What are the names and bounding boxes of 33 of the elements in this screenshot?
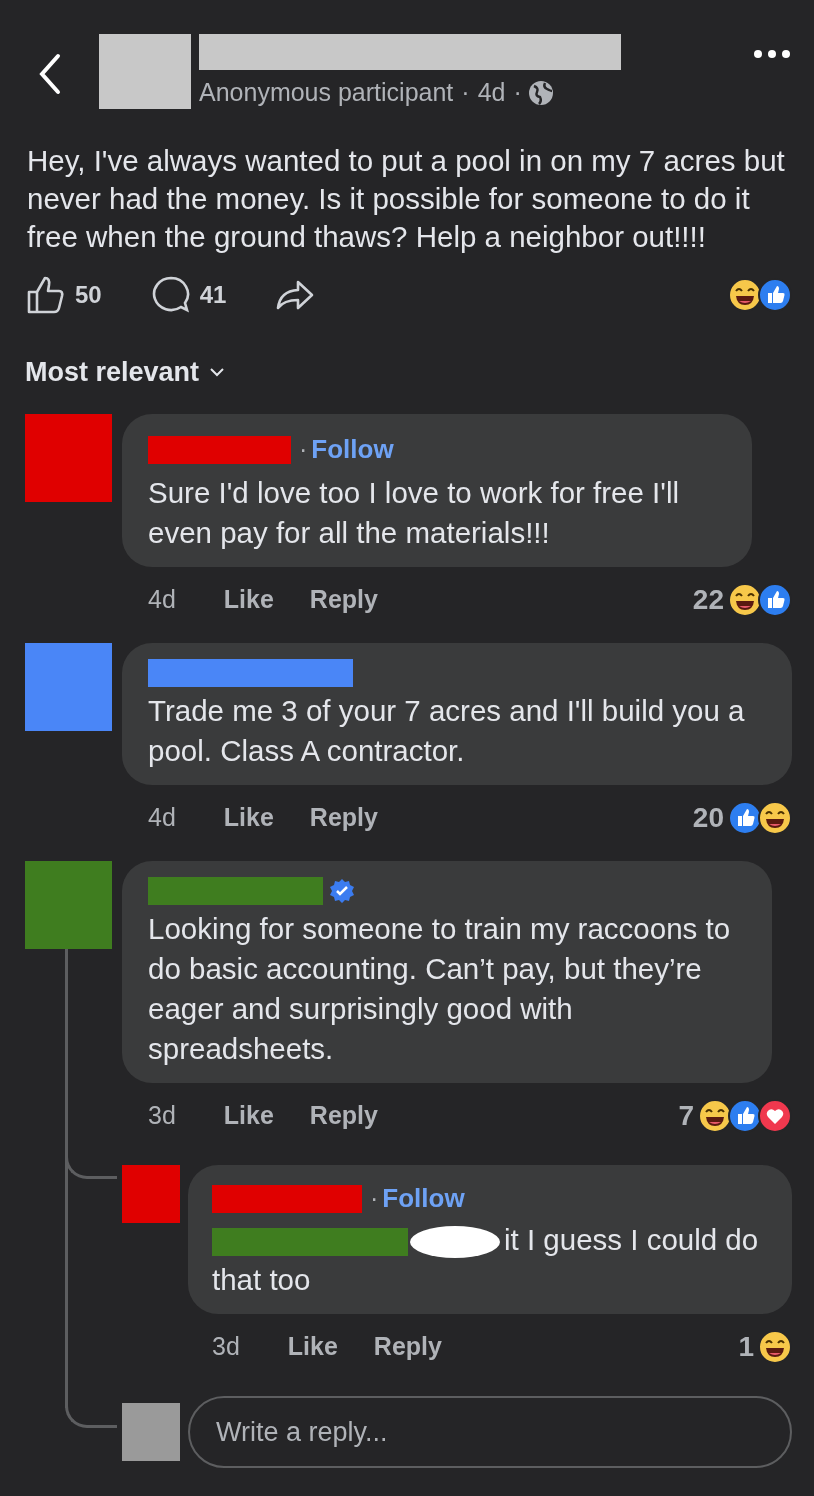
comment-time: 4d (148, 802, 176, 834)
separator-dot: · (513, 77, 522, 108)
comment-text: Looking for someone to train my raccoons to do basic accounting. Can’t pay, but they’re eager and surprisingly good with spreadsheets. (148, 911, 732, 1067)
follow-link[interactable]: Follow (311, 430, 394, 469)
post-text: Hey, I've always wanted to put a pool in on my 7 acres but never had the money. Is it possible for someone to do it free when the ground thaws? Help a neighbor out!!!! (27, 142, 786, 255)
reaction-count: 1 (738, 1330, 754, 1364)
reply-link[interactable]: Reply (309, 581, 378, 619)
reaction-count: 7 (678, 1099, 694, 1133)
comment-time: 3d (212, 1331, 240, 1363)
follow-link[interactable]: Follow (382, 1179, 465, 1218)
like-link[interactable]: Like (223, 1097, 274, 1135)
reply-link[interactable]: Reply (373, 1328, 442, 1366)
comment-button[interactable]: 41 (149, 273, 227, 316)
comment-text: Trade me 3 of your 7 acres and I'll build you a pool. Class A contractor. (148, 693, 746, 769)
reaction-count: 20 (692, 801, 724, 835)
author-label: Anonymous participant (199, 77, 454, 108)
reply-link[interactable]: Reply (309, 1097, 378, 1135)
comment-time: 3d (148, 1100, 176, 1132)
like-link[interactable]: Like (223, 799, 274, 837)
comment-text: Sure I'd love too I love to work for free I'll even pay for all the materials!!! (148, 475, 681, 551)
separator-dot: · (370, 1182, 379, 1214)
like-link[interactable]: Like (223, 581, 274, 619)
reaction-count: 22 (692, 583, 724, 617)
like-link[interactable]: Like (287, 1328, 338, 1366)
reply-field[interactable]: Write a reply... (188, 1396, 792, 1468)
comment-time: 4d (148, 584, 176, 616)
like-button[interactable]: 50 (25, 273, 102, 316)
separator-dot: · (299, 433, 308, 465)
sort-dropdown[interactable]: Most relevant (25, 351, 228, 392)
post-time: 4d (477, 77, 506, 108)
comment-text: it I guess I could do that too (212, 1223, 759, 1296)
separator-dot: · (461, 77, 470, 108)
reply-link[interactable]: Reply (309, 799, 378, 837)
